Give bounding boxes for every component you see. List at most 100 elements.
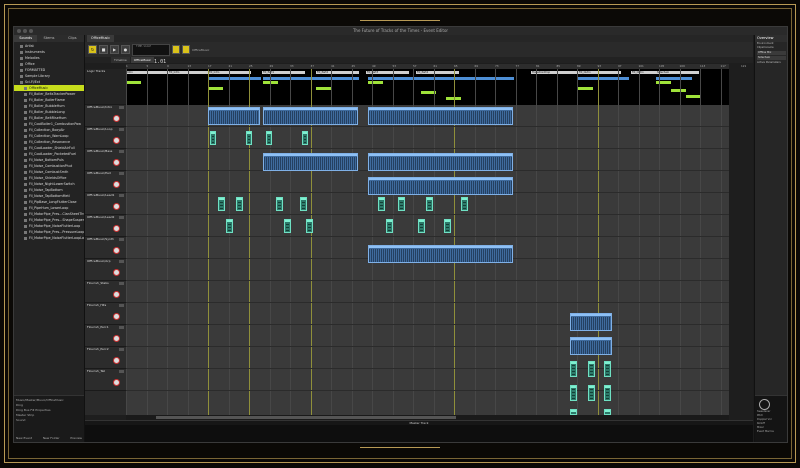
midi-clip[interactable] (418, 219, 425, 233)
midi-clip[interactable] (276, 197, 283, 211)
track-lane[interactable] (126, 215, 729, 237)
loop-region[interactable] (578, 77, 629, 80)
metronome-button[interactable] (172, 45, 181, 54)
track-header[interactable]: OfficeMusic/Lead2 (85, 215, 126, 237)
logic-marker[interactable]: Intro (126, 71, 169, 74)
browser-item[interactable]: Fil_MotorPipe_NoiseFlutterLoopLarge (14, 235, 84, 241)
sidechain-button[interactable]: Sidechain (757, 56, 786, 60)
track-mute-button[interactable] (119, 326, 124, 329)
transition-marker[interactable] (126, 81, 141, 84)
audio-clip[interactable] (368, 107, 513, 125)
audio-clip[interactable] (208, 107, 260, 125)
loop-button[interactable]: ↻ (88, 45, 97, 54)
tab-officemusic[interactable]: OfficeMusic (130, 57, 155, 63)
audio-clip[interactable] (368, 153, 513, 171)
volume-knob[interactable] (113, 357, 120, 364)
logic-marker[interactable]: Fill_Outro (578, 71, 621, 74)
midi-clip[interactable] (386, 219, 393, 233)
track-mute-button[interactable] (119, 194, 124, 197)
new-event-button[interactable]: New Event (16, 436, 32, 440)
midi-clip[interactable] (284, 219, 291, 233)
track-mute-button[interactable] (119, 216, 124, 219)
snap-button[interactable] (182, 45, 191, 54)
volume-knob[interactable] (113, 137, 120, 144)
midi-clip[interactable] (302, 131, 308, 145)
volume-knob[interactable] (113, 291, 120, 298)
record-button[interactable]: ● (121, 45, 130, 54)
audio-clip[interactable] (368, 177, 513, 195)
track-mute-button[interactable] (119, 238, 124, 241)
document-tab[interactable]: OfficeMusic (87, 35, 115, 42)
track-lanes[interactable]: IntroFill_IntroFill_IntroFill_Part1Fill_… (126, 69, 729, 415)
stop-button[interactable]: ■ (99, 45, 108, 54)
audio-clip[interactable] (263, 107, 358, 125)
track-mute-button[interactable] (119, 348, 124, 351)
audio-clip[interactable] (570, 313, 612, 331)
preview-button[interactable]: Preview (70, 436, 82, 440)
logic-marker[interactable]: Fill_Intro (208, 71, 251, 74)
midi-clip[interactable] (226, 219, 233, 233)
track-header[interactable]: OfficeMusic/Lead1 (85, 193, 126, 215)
midi-clip[interactable] (218, 197, 225, 211)
midi-clip[interactable] (300, 197, 307, 211)
track-lane[interactable] (126, 325, 729, 347)
midi-clip[interactable] (604, 361, 611, 377)
transition-marker[interactable] (686, 95, 701, 98)
track-lane[interactable] (126, 303, 729, 325)
track-lane[interactable] (126, 281, 729, 303)
midi-clip[interactable] (444, 219, 451, 233)
minimize-icon[interactable] (23, 29, 27, 33)
track-mute-button[interactable] (119, 282, 124, 285)
volume-knob[interactable] (113, 225, 120, 232)
transition-marker[interactable] (316, 87, 331, 90)
midi-clip[interactable] (570, 361, 577, 377)
transition-marker[interactable] (208, 87, 223, 90)
transition-marker[interactable] (263, 81, 278, 84)
midi-clip[interactable] (588, 385, 595, 401)
logic-marker[interactable]: Fill_Part4 (416, 71, 459, 74)
midi-clip[interactable] (398, 197, 405, 211)
track-mute-button[interactable] (119, 128, 124, 131)
logic-marker[interactable]: Sidechain (656, 71, 699, 74)
play-button[interactable]: ▶ (110, 45, 119, 54)
track-header[interactable]: OfficeMusic/Loop (85, 127, 126, 149)
volume-knob[interactable] (113, 269, 120, 276)
loop-region[interactable] (656, 77, 692, 80)
track-mute-button[interactable] (119, 370, 124, 373)
track-lane[interactable] (126, 347, 729, 369)
track-header[interactable]: Flourish_Tail (85, 369, 126, 391)
track-header[interactable]: OfficeMusic/Synth (85, 237, 126, 259)
track-mute-button[interactable] (119, 172, 124, 175)
midi-clip[interactable] (266, 131, 272, 145)
track-header[interactable]: Flourish_Stabs (85, 281, 126, 303)
transition-marker[interactable] (671, 89, 686, 92)
midi-clip[interactable] (306, 219, 313, 233)
midi-clip[interactable] (588, 361, 595, 377)
midi-clip[interactable] (604, 385, 611, 401)
track-header[interactable]: OfficeMusic/Bass (85, 149, 126, 171)
offline-mix-button[interactable]: Offline Mix (757, 51, 786, 55)
loop-region[interactable] (208, 77, 261, 80)
volume-knob[interactable] (113, 181, 120, 188)
audio-clip[interactable] (368, 245, 513, 263)
track-mute-button[interactable] (119, 304, 124, 307)
volume-knob[interactable] (113, 313, 120, 320)
logic-marker[interactable]: Fill_Part2 (316, 71, 359, 74)
midi-clip[interactable] (570, 385, 577, 401)
midi-clip[interactable] (236, 197, 243, 211)
track-header[interactable]: Flourish_Hits (85, 303, 126, 325)
track-header[interactable]: OfficeMusic/Arp (85, 259, 126, 281)
scrollbar-thumb[interactable] (156, 416, 456, 419)
volume-knob[interactable] (113, 115, 120, 122)
track-header[interactable]: Flourish_Perc2 (85, 347, 126, 369)
audio-clip[interactable] (263, 153, 358, 171)
tab-clips[interactable]: Clips (61, 35, 84, 42)
transition-marker[interactable] (368, 81, 383, 84)
zoom-icon[interactable] (29, 29, 33, 33)
tab-stems[interactable]: Stems (37, 35, 60, 42)
logic-marker[interactable]: Fill_Part1 (262, 71, 305, 74)
track-mute-button[interactable] (119, 150, 124, 153)
volume-knob[interactable] (113, 203, 120, 210)
track-header[interactable]: Flourish_Perc1 (85, 325, 126, 347)
loop-region[interactable] (368, 77, 514, 80)
